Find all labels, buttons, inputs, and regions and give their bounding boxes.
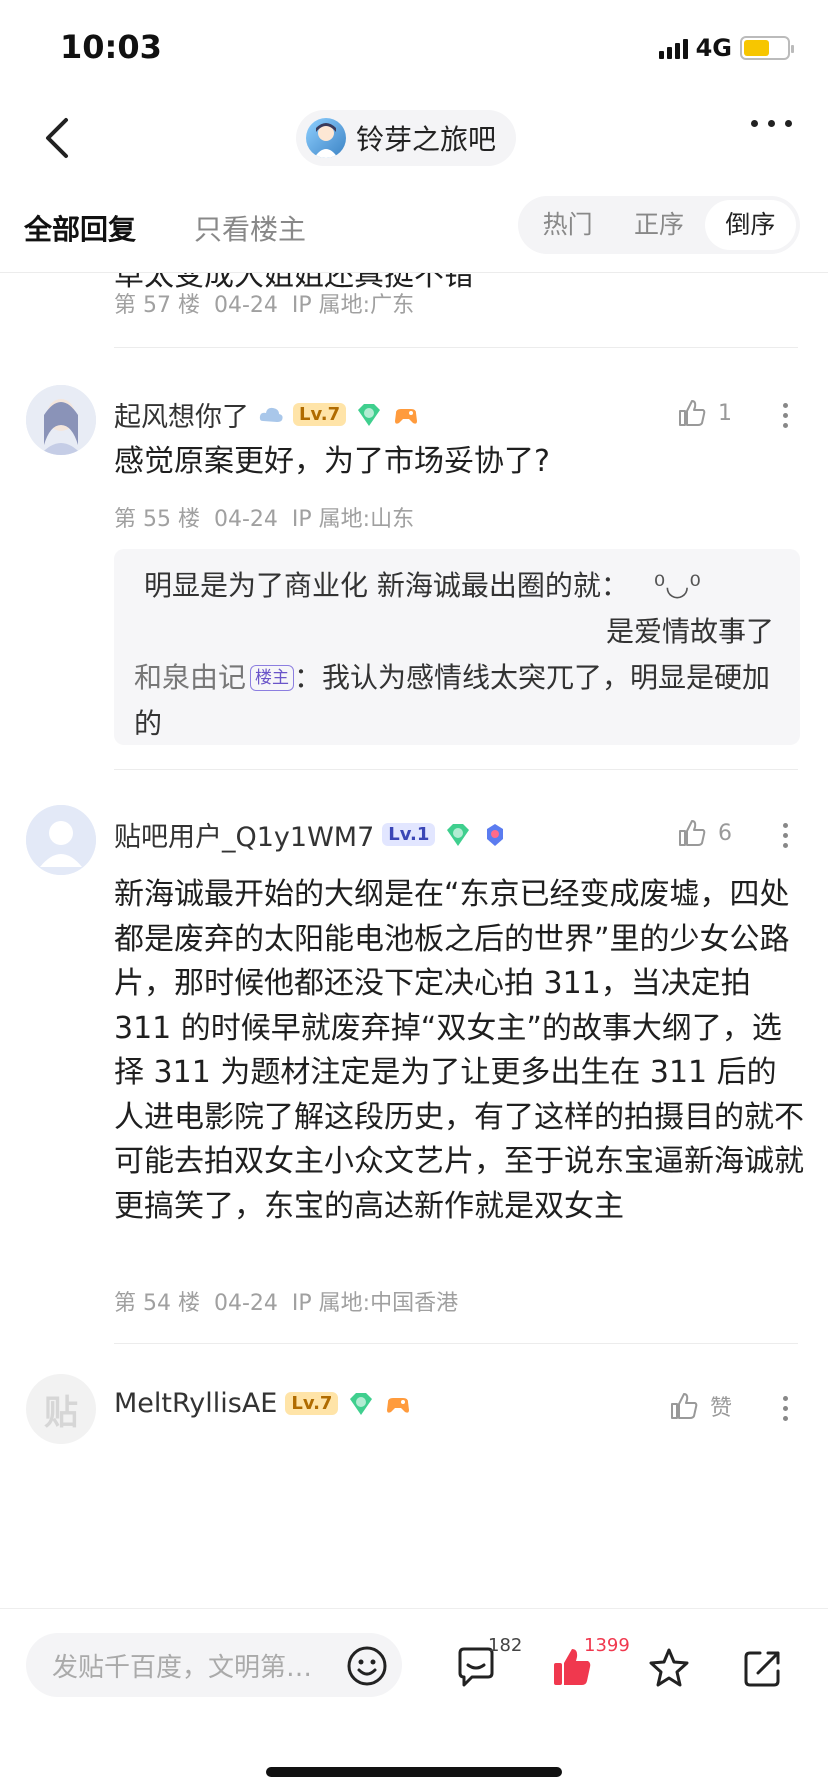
owner-tag: 楼主	[250, 665, 295, 691]
like-button[interactable]: 1	[676, 397, 732, 429]
like-button[interactable]: 6	[676, 817, 732, 849]
diamond-badge-icon	[350, 1392, 373, 1415]
avatar[interactable]	[26, 385, 96, 455]
tab-owner-only[interactable]: 只看楼主	[194, 208, 306, 248]
forum-avatar	[306, 118, 346, 158]
divider	[114, 1343, 798, 1344]
level-badge: Lv.7	[285, 1392, 339, 1415]
sub-replies[interactable]: 明显是为了商业化 新海诚最出圈的就： ⁰◡⁰ 是爱情故事了 和泉由记 楼主 ：我认为…	[114, 549, 800, 745]
post-meta: 第 54 楼 04-24 IP 属地:中国香港	[114, 1291, 459, 1316]
post-more-button[interactable]	[783, 1396, 788, 1421]
favorite-button[interactable]	[646, 1645, 692, 1691]
post-text: 新海诚最开始的大纲是在“东京已经变成废墟，四处都是废弃的太阳能电池板之后的世界”…	[114, 877, 804, 1224]
back-icon	[46, 118, 68, 158]
username[interactable]: 起风想你了	[114, 395, 249, 434]
emoji-icon[interactable]	[346, 1645, 388, 1687]
post-text: 感觉原案更好，为了市场妥协了?	[114, 444, 550, 479]
more-menu-button[interactable]	[751, 120, 792, 127]
network-label: 4G	[695, 34, 732, 62]
share-button[interactable]	[740, 1645, 786, 1691]
divider	[114, 347, 798, 348]
signal-icon	[658, 37, 688, 59]
comments-button[interactable]: 182	[454, 1635, 522, 1695]
like-post-button[interactable]: 1399	[550, 1635, 630, 1695]
emoticon: ⁰◡⁰	[653, 569, 701, 602]
diamond-badge-icon	[358, 403, 381, 426]
sub-reply: 和泉由记 楼主 ：我认为感情线太突兀了，明显是硬加的	[134, 661, 771, 740]
sub-reply-cont: 是爱情故事了	[605, 615, 774, 648]
tab-all-replies[interactable]: 全部回复	[24, 208, 136, 248]
like-count: 赞	[709, 1396, 732, 1421]
nav-bar: 铃芽之旅吧	[0, 96, 828, 186]
thumbs-up-icon	[670, 1393, 698, 1419]
forum-name: 铃芽之旅吧	[356, 123, 497, 156]
post-more-button[interactable]	[783, 823, 788, 848]
username-row: 贴吧用户_Q1y1WM7 Lv.1	[114, 815, 509, 854]
post-meta: 第 57 楼 04-24 IP 属地:广东	[114, 293, 415, 318]
cloud-icon	[259, 407, 283, 422]
battery-icon	[740, 36, 794, 60]
avatar[interactable]	[26, 805, 96, 875]
avatar-text: 贴	[44, 1392, 78, 1433]
reply-floor-54: 贴吧用户_Q1y1WM7 Lv.1 6 新海诚最开始的大纲是在“东京已经变成废墟…	[0, 793, 828, 1353]
reply-list: 草太变成大姐姐还真挺不错 第 57 楼 04-24 IP 属地:广东 起风想你了…	[0, 273, 828, 1608]
status-time: 10:03	[60, 28, 162, 66]
username-row: 起风想你了 Lv.7	[114, 395, 420, 434]
sort-descending[interactable]: 倒序	[704, 200, 796, 250]
gamepad-badge-icon	[395, 408, 418, 424]
status-bar: 10:03 4G	[0, 0, 828, 96]
sub-reply: 明显是为了商业化 新海诚最出圈的就： ⁰◡⁰	[144, 569, 701, 602]
like-count: 1	[718, 400, 732, 426]
bottom-action-bar: 发贴千百度，文明第… 182 1399	[0, 1608, 828, 1792]
username[interactable]: 贴吧用户_Q1y1WM7	[114, 815, 374, 854]
post-meta: 第 55 楼 04-24 IP 属地:山东	[114, 507, 415, 532]
post-more-button[interactable]	[783, 403, 788, 428]
avatar[interactable]: 贴	[26, 1374, 96, 1444]
comment-count: 182	[488, 1635, 523, 1656]
forum-title-button[interactable]: 铃芽之旅吧	[296, 110, 517, 166]
thumbs-up-icon	[679, 400, 706, 426]
back-button[interactable]	[36, 110, 86, 166]
level-badge: Lv.7	[293, 403, 347, 426]
like-count: 6	[718, 820, 732, 846]
level-badge: Lv.1	[382, 823, 436, 846]
reply-floor-57: 草太变成大姐姐还真挺不错 第 57 楼 04-24 IP 属地:广东	[0, 273, 828, 383]
reply-tabs: 全部回复 只看楼主 热门 正序 倒序	[0, 192, 828, 272]
username-row: MeltRyllisAE Lv.7	[114, 1388, 412, 1419]
sort-toggle: 热门 正序 倒序	[518, 196, 800, 254]
like-count: 1399	[584, 1635, 630, 1656]
reply-floor-next: 贴 MeltRyllisAE Lv.7 赞	[0, 1368, 828, 1568]
sort-hot[interactable]: 热门	[522, 200, 613, 250]
status-indicators: 4G	[658, 34, 794, 62]
like-button[interactable]: 赞	[668, 1390, 732, 1422]
star-icon	[649, 1648, 689, 1687]
sort-ascending[interactable]: 正序	[613, 200, 704, 250]
gamepad-badge-icon	[387, 1397, 410, 1413]
rank-badge-icon	[487, 823, 504, 846]
divider	[114, 769, 798, 770]
reply-floor-55: 起风想你了 Lv.7 1 感觉原案更好，为了市场妥协了? 第 55 楼 04-2…	[0, 373, 828, 793]
share-icon	[744, 1651, 780, 1687]
diamond-badge-icon	[447, 823, 470, 846]
thumbs-up-icon	[679, 820, 706, 846]
username[interactable]: MeltRyllisAE	[114, 1388, 277, 1419]
sub-reply-author[interactable]: 和泉由记	[134, 661, 246, 694]
home-indicator	[266, 1767, 562, 1777]
